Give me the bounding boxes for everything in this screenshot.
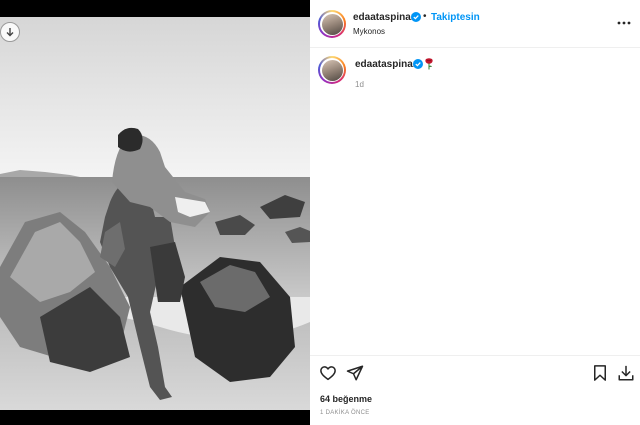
caption-username[interactable]: edaataspinar [355, 59, 417, 70]
location-link[interactable]: Mykonos [353, 27, 385, 36]
download-button[interactable] [0, 22, 20, 42]
post-timestamp: 1 DAKİKA ÖNCE [320, 410, 370, 416]
save-download-icon[interactable] [617, 364, 635, 382]
heart-icon[interactable] [319, 364, 337, 382]
bookmark-icon[interactable] [591, 364, 609, 382]
header-avatar[interactable] [318, 10, 346, 38]
caption-avatar[interactable] [318, 56, 346, 84]
separator-dot: • [423, 11, 427, 22]
rose-emoji [425, 58, 433, 70]
post-details-pane: edaataspinar • Takiptesin Mykonos edaata… [310, 0, 640, 425]
following-status-button[interactable]: Takiptesin [431, 12, 480, 23]
send-icon[interactable] [346, 364, 364, 382]
caption-time-ago: 1d [355, 80, 364, 89]
beach-photo-image [0, 17, 310, 410]
header-username[interactable]: edaataspinar [353, 12, 415, 23]
verified-badge-icon [413, 59, 423, 69]
download-icon [6, 28, 14, 37]
post-photo[interactable] [0, 17, 310, 410]
more-options-icon[interactable] [616, 16, 632, 30]
action-bar: 64 beğenme 1 DAKİKA ÖNCE [310, 355, 640, 425]
likes-count[interactable]: 64 beğenme [320, 394, 372, 404]
media-pane [0, 0, 310, 425]
verified-badge-icon [411, 12, 421, 22]
post-header: edaataspinar • Takiptesin Mykonos [310, 0, 640, 48]
